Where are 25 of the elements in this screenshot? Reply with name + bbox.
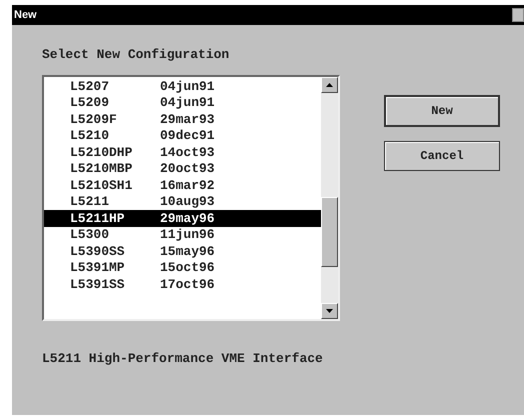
scrollbar[interactable] — [321, 77, 338, 319]
scroll-up-button[interactable] — [321, 77, 338, 93]
list-item[interactable]: L5391MP 15oct96 — [44, 260, 321, 276]
list-item[interactable]: L5390SS 15may96 — [44, 243, 321, 260]
new-button[interactable]: New — [384, 95, 500, 127]
list-item[interactable]: L5300 11jun96 — [44, 226, 321, 243]
down-arrow-icon — [326, 309, 333, 313]
description-text: L5211 High-Performance VME Interface — [42, 350, 324, 368]
list-item[interactable]: L5211HP 29may96 — [44, 210, 321, 226]
list-item[interactable]: L5210 09dec91 — [44, 128, 321, 144]
list-item[interactable]: L5210DHP 14oct93 — [44, 144, 321, 160]
window-title: New — [14, 8, 37, 23]
scroll-thumb[interactable] — [321, 197, 338, 267]
list-item[interactable]: L5211 10aug93 — [44, 194, 321, 210]
scroll-down-button[interactable] — [321, 303, 338, 319]
list-item[interactable]: L5391SS 17oct96 — [44, 276, 321, 292]
list-item[interactable]: L5209F 29mar93 — [44, 111, 321, 128]
list-item[interactable]: L5210SH1 16mar92 — [44, 177, 321, 194]
configuration-list[interactable]: L5207 04jun91 L5209 04jun91 L5209F 29mar93 L5210 09dec91 L5210DHP 14oct93 L5210MBP 20oct93 L5210SH1 16mar92 L5211 10aug93 L5211HP 29may96 L5300 11jun96 L5390SS 15may96 L5391MP 15oct96 L5391SS 17oct96 — [42, 75, 340, 321]
cancel-button[interactable]: Cancel — [384, 141, 500, 171]
prompt-label: Select New Configuration — [42, 47, 230, 63]
up-arrow-icon — [326, 83, 333, 87]
list-item[interactable]: L5207 04jun91 — [44, 78, 321, 94]
list-item[interactable]: L5209 04jun91 — [44, 94, 321, 111]
list-item[interactable]: L5210MBP 20oct93 — [44, 160, 321, 177]
